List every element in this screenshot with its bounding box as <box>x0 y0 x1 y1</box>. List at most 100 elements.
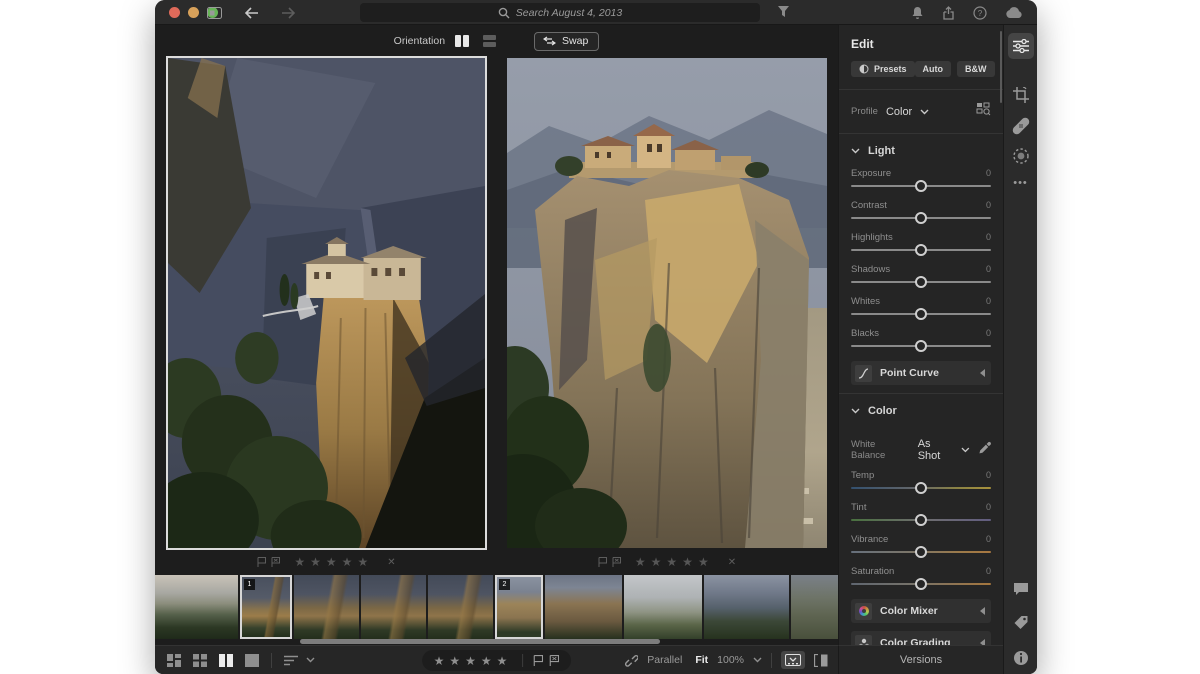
star-rating[interactable]: ★★★★★ <box>294 555 373 569</box>
masking-icon[interactable] <box>1012 147 1030 165</box>
slider-knob[interactable] <box>915 514 927 526</box>
browse-profiles-icon[interactable] <box>976 102 991 121</box>
filmstrip-thumbnail[interactable] <box>294 575 359 639</box>
filmstrip-thumbnail-selected-2[interactable]: 2 <box>495 575 543 639</box>
color-section-header[interactable]: Color <box>851 394 991 428</box>
deselect-icon[interactable]: ✕ <box>728 557 736 568</box>
point-curve-icon <box>855 365 872 382</box>
filmstrip-thumbnail[interactable] <box>361 575 426 639</box>
zoom-percent[interactable]: 100% <box>717 654 744 666</box>
tint-slider[interactable]: Tint0 <box>851 502 991 527</box>
whites-slider[interactable]: Whites0 <box>851 296 991 321</box>
filmstrip-thumbnail[interactable] <box>791 575 838 639</box>
filmstrip-thumbnail[interactable] <box>428 575 493 639</box>
edit-sliders-icon[interactable] <box>1008 33 1034 59</box>
filter-icon[interactable] <box>777 5 790 18</box>
deselect-icon[interactable]: ✕ <box>387 557 395 568</box>
help-icon[interactable]: ? <box>973 6 987 20</box>
slider-knob[interactable] <box>915 340 927 352</box>
zoom-chevron-icon[interactable] <box>753 657 762 663</box>
point-curve-bar[interactable]: Point Curve <box>851 361 991 385</box>
back-arrow-icon[interactable] <box>244 7 259 19</box>
exposure-slider[interactable]: Exposure0 <box>851 168 991 193</box>
bw-button[interactable]: B&W <box>957 61 995 77</box>
slider-knob[interactable] <box>915 482 927 494</box>
reject-flag-icon[interactable] <box>612 557 621 567</box>
filmstrip-thumbnail-selected-1[interactable]: 1 <box>240 575 292 639</box>
sort-chevron-icon[interactable] <box>306 657 315 663</box>
reject-flag-icon[interactable] <box>271 557 280 567</box>
chevron-down-icon[interactable] <box>920 109 929 115</box>
comment-icon[interactable] <box>1013 582 1029 596</box>
filmstrip-thumbnail[interactable] <box>704 575 789 639</box>
temp-slider[interactable]: Temp0 <box>851 470 991 495</box>
filmstrip-toggle-icon[interactable] <box>781 651 805 669</box>
star-rating-toolbar[interactable]: ★★★★★ <box>434 654 513 668</box>
info-icon[interactable] <box>1013 650 1029 666</box>
slider-knob[interactable] <box>915 244 927 256</box>
light-section-header[interactable]: Light <box>851 134 991 168</box>
contrast-slider[interactable]: Contrast0 <box>851 200 991 225</box>
pick-flag-icon[interactable] <box>257 557 266 567</box>
blacks-slider[interactable]: Blacks0 <box>851 328 991 353</box>
compare-photo-right[interactable] <box>507 58 827 548</box>
pick-flag-icon[interactable] <box>533 655 543 666</box>
chevron-down-icon[interactable] <box>961 447 970 453</box>
photo-right-caption: ★★★★★ ✕ <box>507 555 827 569</box>
slider-knob[interactable] <box>915 308 927 320</box>
color-mixer-bar[interactable]: Color Mixer <box>851 599 991 623</box>
slider-knob[interactable] <box>915 212 927 224</box>
vibrance-slider[interactable]: Vibrance0 <box>851 534 991 559</box>
slider-knob[interactable] <box>915 180 927 192</box>
zoom-fit-label[interactable]: Fit <box>695 654 708 666</box>
healing-brush-icon[interactable] <box>1012 117 1030 135</box>
pick-flag-icon[interactable] <box>598 557 607 567</box>
versions-button[interactable]: Versions <box>838 645 1003 674</box>
compare-badge: 1 <box>244 579 255 590</box>
share-icon[interactable] <box>942 6 955 20</box>
filmstrip-thumbnail[interactable] <box>155 575 238 639</box>
star-rating[interactable]: ★★★★★ <box>635 555 714 569</box>
notifications-bell-icon[interactable] <box>911 6 924 20</box>
keyword-tag-icon[interactable] <box>1013 615 1028 630</box>
edit-panel: Edit Presets Auto B&W Profile Color Ligh… <box>838 25 1003 645</box>
reject-flag-icon[interactable] <box>549 655 559 666</box>
swap-arrows-icon <box>543 36 556 46</box>
saturation-slider[interactable]: Saturation0 <box>851 566 991 591</box>
profile-value[interactable]: Color <box>886 106 912 118</box>
orientation-label: Orientation <box>394 35 445 47</box>
eyedropper-icon[interactable] <box>977 441 991 460</box>
auto-button[interactable]: Auto <box>915 61 952 77</box>
sort-icon[interactable] <box>284 655 298 666</box>
highlights-slider[interactable]: Highlights0 <box>851 232 991 257</box>
crop-icon[interactable] <box>1013 87 1029 103</box>
compare-photo-left[interactable] <box>166 56 487 550</box>
orientation-horizontal-icon[interactable] <box>483 35 496 47</box>
search-input[interactable]: Search August 4, 2013 <box>360 3 760 22</box>
filmstrip-thumbnail[interactable] <box>624 575 702 639</box>
compare-mode-label[interactable]: Parallel <box>647 654 682 666</box>
filmstrip-scrollbar[interactable] <box>300 639 660 644</box>
presets-button[interactable]: Presets <box>851 61 915 77</box>
filmstrip-thumbnail[interactable] <box>545 575 622 639</box>
unlink-zoom-icon[interactable] <box>624 653 638 667</box>
forward-arrow-icon[interactable] <box>281 7 296 19</box>
swap-button[interactable]: Swap <box>534 32 599 51</box>
slider-knob[interactable] <box>915 578 927 590</box>
square-grid-view-icon[interactable] <box>193 654 207 667</box>
more-tools-icon[interactable]: ••• <box>1013 177 1028 189</box>
orientation-vertical-icon[interactable] <box>455 35 469 47</box>
slider-knob[interactable] <box>915 546 927 558</box>
panel-scrollbar[interactable] <box>1000 31 1002 103</box>
close-window-button[interactable] <box>169 7 180 18</box>
photo-grid-view-icon[interactable] <box>167 654 181 667</box>
white-balance-value[interactable]: As Shot <box>918 438 956 462</box>
minimize-window-button[interactable] <box>188 7 199 18</box>
slider-knob[interactable] <box>915 276 927 288</box>
cloud-sync-icon[interactable] <box>1005 7 1023 19</box>
my-photos-panel-icon[interactable] <box>207 7 222 19</box>
split-view-icon[interactable] <box>814 654 828 667</box>
shadows-slider[interactable]: Shadows0 <box>851 264 991 289</box>
detail-view-icon[interactable] <box>245 654 259 667</box>
compare-view-icon[interactable] <box>219 654 233 667</box>
